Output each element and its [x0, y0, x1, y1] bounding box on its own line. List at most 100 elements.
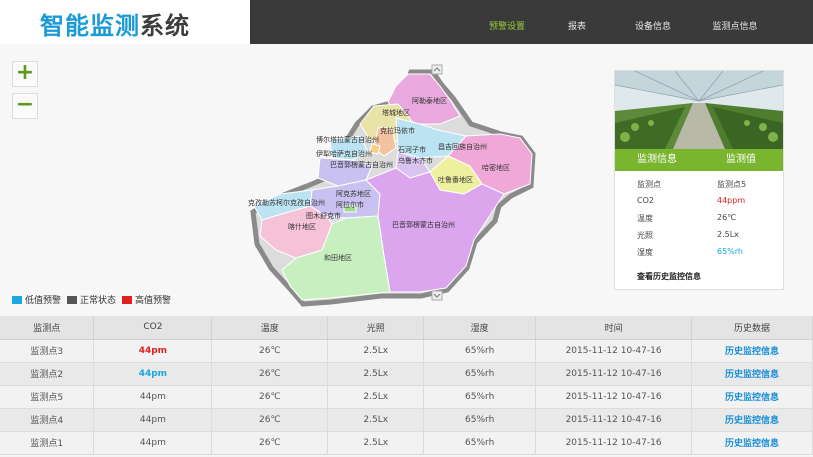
map-legend: 低值预警 正常状态 高值预警 — [12, 293, 177, 306]
legend-low: 低值预警 — [12, 293, 61, 306]
card-row-value: 44ppm — [717, 196, 746, 205]
label-kizilsu: 克孜勒苏柯尔克孜自治州 — [248, 198, 325, 207]
cell-temperature: 26℃ — [211, 431, 329, 455]
cell-light: 2.5Lx — [327, 408, 425, 432]
cell-humidity: 65%rh — [423, 431, 537, 455]
table-row[interactable]: 监测点5 44pm 26℃ 2.5Lx 65%rh 2015-11-12 10-47-16… — [0, 385, 813, 409]
map-scroll-up-icon[interactable] — [431, 64, 443, 75]
cell-humidity: 65%rh — [423, 362, 537, 386]
cell-time: 2015-11-12 10-47-16 — [535, 408, 693, 432]
main-nav: 预警设置 报表 设备信息 监测点信息 — [470, 0, 774, 44]
legend-low-swatch — [12, 295, 22, 304]
cell-point: 监测点4 — [0, 408, 95, 432]
cell-temperature: 26℃ — [211, 385, 329, 409]
card-header: 监测信息 监测值 — [615, 149, 783, 171]
label-hami: 哈密地区 — [482, 163, 510, 172]
map-panel[interactable]: + − 阿勒泰地区 塔城地区 克拉玛依市 博尔塔拉蒙古自治州 伊犁哈萨克自治州 … — [0, 44, 813, 315]
xinjiang-map[interactable]: 阿勒泰地区 塔城地区 克拉玛依市 博尔塔拉蒙古自治州 伊犁哈萨克自治州 石河子市… — [0, 44, 613, 315]
cell-point: 监测点3 — [0, 339, 95, 363]
label-bayingol-top: 巴音郭楞蒙古自治州 — [330, 160, 393, 169]
monitor-info-card: 监测信息 监测值 监测点 监测点5 CO2 44ppm 温度 26℃ 光照 2.… — [614, 70, 784, 290]
label-karamay: 克拉玛依市 — [380, 126, 415, 135]
cell-co2: 44pm — [93, 362, 213, 386]
label-urumqi: 乌鲁木齐市 — [398, 156, 433, 165]
label-turpan: 吐鲁番地区 — [438, 175, 473, 184]
nav-device-info[interactable]: 设备信息 — [610, 0, 696, 44]
label-aral: 阿拉尔市 — [336, 200, 364, 209]
cell-history-link[interactable]: 历史监控信息 — [691, 408, 813, 432]
col-time[interactable]: 时间 — [535, 316, 693, 340]
table-row[interactable]: 监测点4 44pm 26℃ 2.5Lx 65%rh 2015-11-12 10-47-16… — [0, 408, 813, 432]
cell-history-link[interactable]: 历史监控信息 — [691, 431, 813, 455]
card-row-value: 65%rh — [717, 247, 743, 256]
view-history-link[interactable]: 查看历史监控信息 — [637, 271, 701, 282]
col-co2[interactable]: CO2 — [93, 316, 213, 340]
cell-light: 2.5Lx — [327, 339, 425, 363]
table-row[interactable]: 监测点3 44pm 26℃ 2.5Lx 65%rh 2015-11-12 10-47-16… — [0, 339, 813, 363]
cell-co2: 44pm — [93, 431, 213, 455]
cell-time: 2015-11-12 10-47-16 — [535, 339, 693, 363]
card-row-light: 光照 2.5Lx — [637, 230, 777, 241]
cell-light: 2.5Lx — [327, 362, 425, 386]
label-bortala: 博尔塔拉蒙古自治州 — [316, 135, 379, 144]
cell-co2: 44pm — [93, 339, 213, 363]
card-row-key: 光照 — [637, 231, 653, 240]
nav-monitor-point-info[interactable]: 监测点信息 — [696, 0, 774, 44]
nav-reports[interactable]: 报表 — [544, 0, 610, 44]
card-row-key: 温度 — [637, 214, 653, 223]
cell-history-link[interactable]: 历史监控信息 — [691, 362, 813, 386]
table-row[interactable]: 监测点2 44pm 26℃ 2.5Lx 65%rh 2015-11-12 10-47-16… — [0, 362, 813, 386]
card-row-key: CO2 — [637, 196, 654, 205]
card-row-temperature: 温度 26℃ — [637, 213, 777, 224]
cell-co2: 44pm — [93, 385, 213, 409]
map-scroll-down-icon[interactable] — [431, 290, 443, 301]
label-altay: 阿勒泰地区 — [412, 96, 447, 105]
cell-co2: 44pm — [93, 408, 213, 432]
col-point[interactable]: 监测点 — [0, 316, 95, 340]
card-row-key: 湿度 — [637, 248, 653, 257]
card-row-point: 监测点 监测点5 — [637, 179, 777, 190]
card-row-value: 2.5Lx — [717, 230, 739, 239]
cell-temperature: 26℃ — [211, 362, 329, 386]
col-humidity[interactable]: 湿度 — [423, 316, 537, 340]
card-head-left: 监测信息 — [637, 154, 677, 165]
label-tacheng: 塔城地区 — [382, 108, 410, 117]
label-bayingol: 巴音郭楞蒙古自治州 — [392, 220, 455, 229]
col-light[interactable]: 光照 — [327, 316, 425, 340]
card-row-co2: CO2 44ppm — [637, 196, 777, 205]
label-kashgar: 喀什地区 — [288, 222, 316, 231]
table-row[interactable]: 监测点1 44pm 26℃ 2.5Lx 65%rh 2015-11-12 10-47-16… — [0, 431, 813, 455]
cell-point: 监测点2 — [0, 362, 95, 386]
legend-high-label: 高值预警 — [135, 296, 172, 306]
card-row-humidity: 湿度 65%rh — [637, 247, 777, 258]
cell-time: 2015-11-12 10-47-16 — [535, 385, 693, 409]
cell-temperature: 26℃ — [211, 339, 329, 363]
col-temperature[interactable]: 温度 — [211, 316, 329, 340]
legend-normal-label: 正常状态 — [80, 296, 117, 306]
cell-point: 监测点1 — [0, 431, 95, 455]
legend-high: 高值预警 — [122, 293, 171, 306]
card-row-value: 监测点5 — [717, 180, 747, 189]
nav-alert-settings[interactable]: 预警设置 — [470, 0, 544, 44]
cell-light: 2.5Lx — [327, 385, 425, 409]
legend-low-label: 低值预警 — [25, 296, 62, 306]
card-row-key: 监测点 — [637, 180, 661, 189]
col-history[interactable]: 历史数据 — [691, 316, 813, 340]
table-header-row: 监测点 CO2 温度 光照 湿度 时间 历史数据 — [0, 316, 813, 340]
cell-light: 2.5Lx — [327, 431, 425, 455]
cell-temperature: 26℃ — [211, 408, 329, 432]
card-row-value: 26℃ — [717, 213, 737, 222]
label-ili: 伊犁哈萨克自治州 — [316, 149, 372, 158]
legend-normal-swatch — [67, 295, 78, 304]
logo-sub-text: 系统 — [140, 12, 190, 40]
cell-history-link[interactable]: 历史监控信息 — [691, 339, 813, 363]
label-changji: 昌吉回族自治州 — [438, 142, 487, 151]
logo-main-text: 智能监测 — [40, 12, 140, 40]
cell-history-link[interactable]: 历史监控信息 — [691, 385, 813, 409]
cell-point: 监测点5 — [0, 385, 95, 409]
label-hotan: 和田地区 — [324, 253, 352, 262]
legend-normal: 正常状态 — [67, 293, 116, 306]
label-tumxuk: 图木舒克市 — [306, 211, 341, 220]
cell-humidity: 65%rh — [423, 385, 537, 409]
cell-time: 2015-11-12 10-47-16 — [535, 362, 693, 386]
